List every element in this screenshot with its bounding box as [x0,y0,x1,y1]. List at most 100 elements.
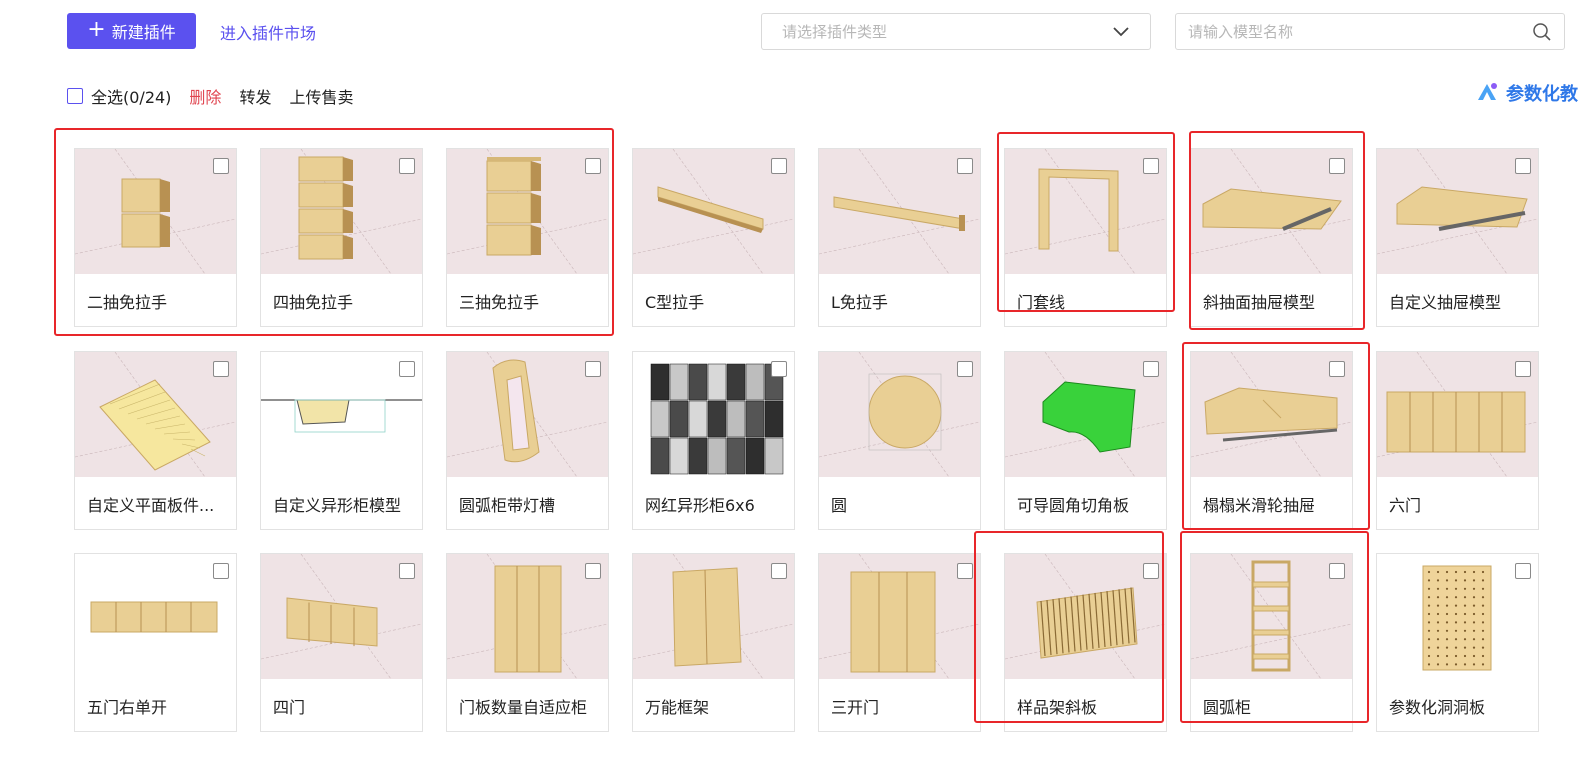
plugin-card-name: 样品架斜板 [1017,698,1098,717]
plugin-thumbnail[interactable] [1005,554,1166,679]
plugin-card[interactable]: 四门 [260,553,423,732]
select-all-label[interactable]: 全选(0/24) [91,84,171,108]
card-select-checkbox[interactable] [1515,361,1531,377]
plugin-card-name: 圆弧柜 [1203,698,1252,717]
plugin-card[interactable]: 圆弧柜带灯槽 [446,351,609,530]
plugin-thumbnail[interactable] [1377,352,1538,477]
plugin-card[interactable]: 四抽免拉手 [260,148,423,327]
plugin-card[interactable]: 二抽免拉手 [74,148,237,327]
plugin-card[interactable]: 样品架斜板 [1004,553,1167,732]
plugin-thumbnail[interactable] [1191,554,1352,679]
plugin-card[interactable]: 三开门 [818,553,981,732]
plugin-thumbnail[interactable] [819,352,980,477]
forward-button[interactable]: 转发 [239,84,271,108]
upload-sell-button[interactable]: 上传售卖 [289,84,353,108]
search-icon[interactable] [1532,22,1552,42]
model-search-box [1175,13,1565,50]
plugin-type-placeholder: 请选择插件类型 [782,23,888,41]
plugin-card[interactable]: 六门 [1376,351,1539,530]
card-select-checkbox[interactable] [771,158,787,174]
plugin-card[interactable]: L免拉手 [818,148,981,327]
plugin-card-name: 五门右单开 [87,698,168,717]
card-select-checkbox[interactable] [585,361,601,377]
card-select-checkbox[interactable] [957,361,973,377]
card-select-checkbox[interactable] [771,563,787,579]
card-select-checkbox[interactable] [1143,158,1159,174]
plugin-card-name: 斜抽面抽屉模型 [1203,293,1316,312]
card-select-checkbox[interactable] [585,563,601,579]
plugin-card-name: 圆 [831,496,848,515]
card-select-checkbox[interactable] [585,158,601,174]
card-select-checkbox[interactable] [399,361,415,377]
select-all-checkbox[interactable] [67,88,83,104]
card-select-checkbox[interactable] [1329,361,1345,377]
plugin-card[interactable]: 可导圆角切角板 [1004,351,1167,530]
chevron-down-icon [1113,26,1129,36]
plugin-thumbnail[interactable] [261,554,422,679]
card-select-checkbox[interactable] [771,361,787,377]
card-select-checkbox[interactable] [1515,563,1531,579]
card-select-checkbox[interactable] [957,563,973,579]
plugin-market-link[interactable]: 进入插件市场 [220,20,316,44]
card-select-checkbox[interactable] [213,158,229,174]
plugin-card-name: 自定义异形柜模型 [273,496,402,515]
plugin-card[interactable]: 门套线 [1004,148,1167,327]
card-select-checkbox[interactable] [1329,158,1345,174]
plugin-thumbnail[interactable] [819,554,980,679]
plugin-thumbnail[interactable] [633,352,794,477]
plugin-thumbnail[interactable] [447,149,608,274]
plugin-card[interactable]: C型拉手 [632,148,795,327]
plugin-card[interactable]: 圆 [818,351,981,530]
plugin-thumbnail[interactable] [1377,149,1538,274]
plugin-card[interactable]: 门板数量自适应柜 [446,553,609,732]
new-plugin-label: 新建插件 [111,23,176,42]
plugin-thumbnail[interactable] [261,352,422,477]
card-select-checkbox[interactable] [399,563,415,579]
door-frame-icon [1005,149,1166,274]
card-select-checkbox[interactable] [213,361,229,377]
plugin-thumbnail[interactable] [1377,554,1538,679]
plugin-card[interactable]: 自定义抽屉模型 [1376,148,1539,327]
adaptive-cabinet-icon [447,554,608,679]
plugin-thumbnail[interactable] [1005,149,1166,274]
plugin-thumbnail[interactable] [447,352,608,477]
parametric-tutorial-label: 参数化教 [1506,84,1578,105]
card-select-checkbox[interactable] [1143,361,1159,377]
plugin-card[interactable]: 自定义平面板件... [74,351,237,530]
plugin-card[interactable]: 网红异形柜6x6 [632,351,795,530]
plugin-type-select[interactable]: 请选择插件类型 [761,13,1151,50]
delete-button[interactable]: 删除 [189,84,221,108]
plugin-thumbnail[interactable] [819,149,980,274]
plugin-thumbnail[interactable] [75,554,236,679]
new-plugin-button[interactable]: + 新建插件 [67,13,196,49]
card-select-checkbox[interactable] [957,158,973,174]
plugin-thumbnail[interactable] [633,149,794,274]
bulk-action-bar: 全选(0/24) 删除 转发 上传售卖 [67,84,353,108]
plugin-card[interactable]: 自定义异形柜模型 [260,351,423,530]
card-select-checkbox[interactable] [213,563,229,579]
plugin-card[interactable]: 圆弧柜 [1190,553,1353,732]
card-select-checkbox[interactable] [1329,563,1345,579]
parametric-tutorial-link[interactable]: 参数化教 [1474,80,1578,106]
plugin-card[interactable]: 斜抽面抽屉模型 [1190,148,1353,327]
plugin-card-name: 六门 [1389,496,1422,515]
plugin-card[interactable]: 三抽免拉手 [446,148,609,327]
plugin-thumbnail[interactable] [447,554,608,679]
card-select-checkbox[interactable] [1143,563,1159,579]
plugin-thumbnail[interactable] [75,352,236,477]
plugin-thumbnail[interactable] [75,149,236,274]
plugin-card[interactable]: 参数化洞洞板 [1376,553,1539,732]
card-select-checkbox[interactable] [399,158,415,174]
l-handle-icon [819,149,980,274]
plugin-thumbnail[interactable] [1191,352,1352,477]
card-select-checkbox[interactable] [1515,158,1531,174]
plugin-card[interactable]: 五门右单开 [74,553,237,732]
plugin-thumbnail[interactable] [261,149,422,274]
plugin-thumbnail[interactable] [1191,149,1352,274]
plugin-thumbnail[interactable] [1005,352,1166,477]
plugin-card[interactable]: 榻榻米滑轮抽屉 [1190,351,1353,530]
model-search-input[interactable] [1188,22,1508,41]
plugin-card-name: 三抽免拉手 [459,293,540,312]
plugin-thumbnail[interactable] [633,554,794,679]
plugin-card[interactable]: 万能框架 [632,553,795,732]
